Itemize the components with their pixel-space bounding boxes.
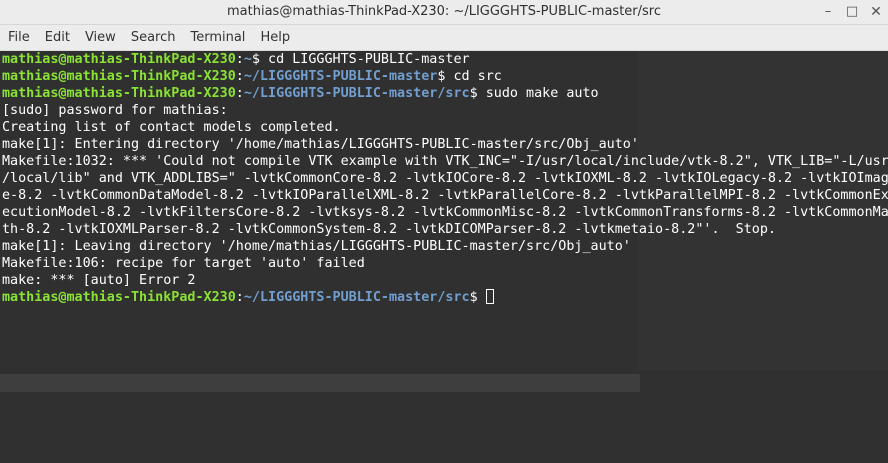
prompt-colon: : <box>235 86 244 101</box>
output-line: th-8.2 -lvtkIOXMLParser-8.2 -lvtkCommonS… <box>2 222 776 237</box>
terminal-line: mathias@mathias-ThinkPad-X230:~/LIGGGHTS… <box>2 68 888 85</box>
output-line: make[1]: Leaving directory '/home/mathia… <box>2 239 631 254</box>
maximize-icon[interactable]: □ <box>843 3 861 21</box>
close-icon[interactable]: ✕ <box>867 3 885 21</box>
command-text: $ <box>469 290 486 305</box>
prompt-path: ~/LIGGGHTS-PUBLIC-master <box>243 69 438 84</box>
prompt-user-host: mathias@mathias-ThinkPad-X230 <box>2 52 236 67</box>
prompt-path: ~/LIGGGHTS-PUBLIC-master/src <box>243 290 470 305</box>
prompt-colon: : <box>235 290 244 305</box>
terminal-line: mathias@mathias-ThinkPad-X230:~/LIGGGHTS… <box>2 289 888 306</box>
menu-file[interactable]: File <box>1 30 37 45</box>
output-line: [sudo] password for mathias: <box>2 103 228 118</box>
menu-search[interactable]: Search <box>124 30 183 45</box>
prompt-colon: : <box>235 69 244 84</box>
prompt-user-host: mathias@mathias-ThinkPad-X230 <box>2 69 236 84</box>
prompt-path: ~/LIGGGHTS-PUBLIC-master/src <box>243 86 470 101</box>
output-line: make: *** [auto] Error 2 <box>2 273 196 288</box>
menu-view[interactable]: View <box>78 30 123 45</box>
menu-edit[interactable]: Edit <box>38 30 77 45</box>
window-title: mathias@mathias-ThinkPad-X230: ~/LIGGGHT… <box>227 4 661 19</box>
output-line: make[1]: Entering directory '/home/mathi… <box>2 137 639 152</box>
prompt-path: ~ <box>243 52 252 67</box>
output-line: ecutionModel-8.2 -lvtkFiltersCore-8.2 -l… <box>2 205 888 220</box>
output-line: e-8.2 -lvtkCommonDataModel-8.2 -lvtkIOPa… <box>2 188 888 203</box>
output-line: /local/lib" and VTK_ADDLIBS=" -lvtkCommo… <box>2 171 888 186</box>
terminal-window: mathias@mathias-ThinkPad-X230: ~/LIGGGHT… <box>0 0 888 463</box>
menu-help[interactable]: Help <box>253 30 297 45</box>
terminal-line: mathias@mathias-ThinkPad-X230:~$ cd LIGG… <box>2 51 888 68</box>
prompt-user-host: mathias@mathias-ThinkPad-X230 <box>2 290 236 305</box>
minimize-icon[interactable]: – <box>819 3 837 21</box>
title-bar[interactable]: mathias@mathias-ThinkPad-X230: ~/LIGGGHT… <box>0 0 888 25</box>
command-text: $ cd src <box>437 69 502 84</box>
menu-bar: File Edit View Search Terminal Help <box>0 25 888 51</box>
menu-terminal[interactable]: Terminal <box>183 30 252 45</box>
prompt-user-host: mathias@mathias-ThinkPad-X230 <box>2 86 236 101</box>
output-line: Creating list of contact models complete… <box>2 120 341 135</box>
prompt-colon: : <box>235 52 244 67</box>
terminal-line: mathias@mathias-ThinkPad-X230:~/LIGGGHTS… <box>2 85 888 102</box>
command-text: $ sudo make auto <box>469 86 599 101</box>
terminal-output[interactable]: mathias@mathias-ThinkPad-X230:~$ cd LIGG… <box>0 51 888 463</box>
command-text: $ cd LIGGGHTS-PUBLIC-master <box>251 52 470 67</box>
text-cursor <box>485 289 494 304</box>
output-line: Makefile:106: recipe for target 'auto' f… <box>2 256 365 271</box>
output-line: Makefile:1032: *** 'Could not compile VT… <box>2 154 888 169</box>
